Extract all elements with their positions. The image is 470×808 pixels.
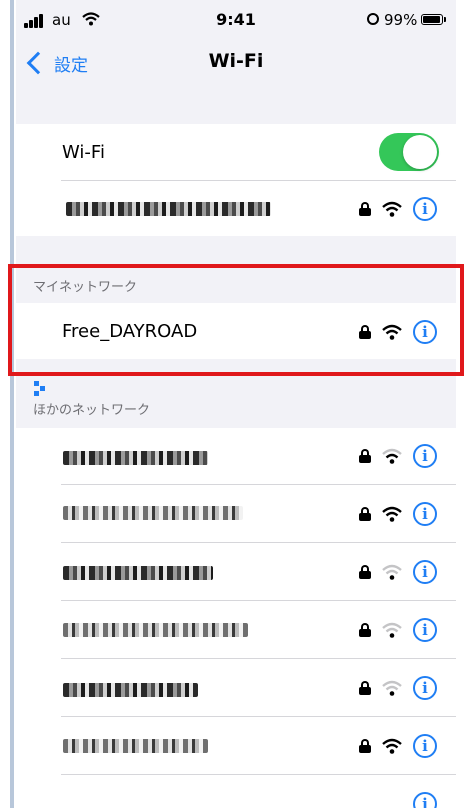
wifi-icon (382, 738, 402, 754)
wifi-icon (382, 564, 402, 580)
info-icon[interactable]: i (413, 444, 437, 468)
info-icon[interactable]: i (413, 676, 437, 700)
network-name (63, 739, 208, 753)
connected-network-name (66, 202, 271, 216)
lock-icon (359, 202, 371, 216)
network-name: Free_DAYROAD (62, 321, 198, 342)
lock-icon (359, 449, 371, 463)
wifi-label: Wi-Fi (62, 142, 105, 163)
info-icon[interactable]: i (413, 618, 437, 642)
network-row[interactable]: i (16, 485, 456, 541)
network-name (63, 683, 198, 697)
separator (61, 774, 456, 775)
left-edge-line (10, 0, 14, 808)
info-icon[interactable]: i (413, 502, 437, 526)
battery-cap (444, 17, 446, 22)
status-bar: au 9:41 99% (16, 0, 456, 42)
rotation-lock-icon (367, 13, 379, 25)
lock-icon (359, 507, 371, 521)
network-row[interactable]: i (16, 601, 456, 657)
network-row[interactable]: i (16, 428, 456, 484)
wifi-icon (382, 680, 402, 696)
connected-network-row[interactable]: i (16, 181, 456, 396)
network-row[interactable]: i (16, 659, 456, 715)
lock-icon (359, 623, 371, 637)
left-margin (0, 0, 8, 808)
battery-icon (421, 14, 443, 25)
info-icon[interactable]: i (413, 197, 437, 221)
wifi-icon (382, 448, 402, 464)
connected-check-icon (34, 381, 48, 397)
page-title: Wi-Fi (208, 50, 264, 72)
lock-icon (359, 739, 371, 753)
info-icon[interactable]: i (413, 734, 437, 758)
network-name (63, 566, 213, 580)
network-row[interactable]: i (16, 717, 456, 773)
network-name (63, 506, 243, 520)
screen: au 9:41 99% 設定 Wi-Fi Wi-Fi i マイネットワーク Fr… (16, 0, 456, 808)
lock-icon (359, 681, 371, 695)
wifi-icon (382, 622, 402, 638)
nav-bar: 設定 Wi-Fi (16, 42, 456, 88)
lock-icon (359, 325, 371, 339)
wifi-toggle[interactable] (379, 133, 439, 171)
network-row[interactable]: i (16, 543, 456, 599)
section-header-my-networks: マイネットワーク (33, 280, 138, 295)
info-icon[interactable]: i (413, 320, 437, 344)
wifi-icon (382, 324, 402, 340)
network-name (63, 623, 248, 637)
wifi-icon (382, 201, 402, 217)
my-network-row[interactable]: Free_DAYROAD i (16, 303, 456, 359)
lock-icon (359, 565, 371, 579)
info-icon[interactable]: i (413, 560, 437, 584)
battery-percent: 99% (384, 11, 418, 29)
network-name (63, 451, 208, 465)
section-header-other-networks: ほかのネットワーク (33, 403, 151, 418)
wifi-icon (382, 506, 402, 522)
